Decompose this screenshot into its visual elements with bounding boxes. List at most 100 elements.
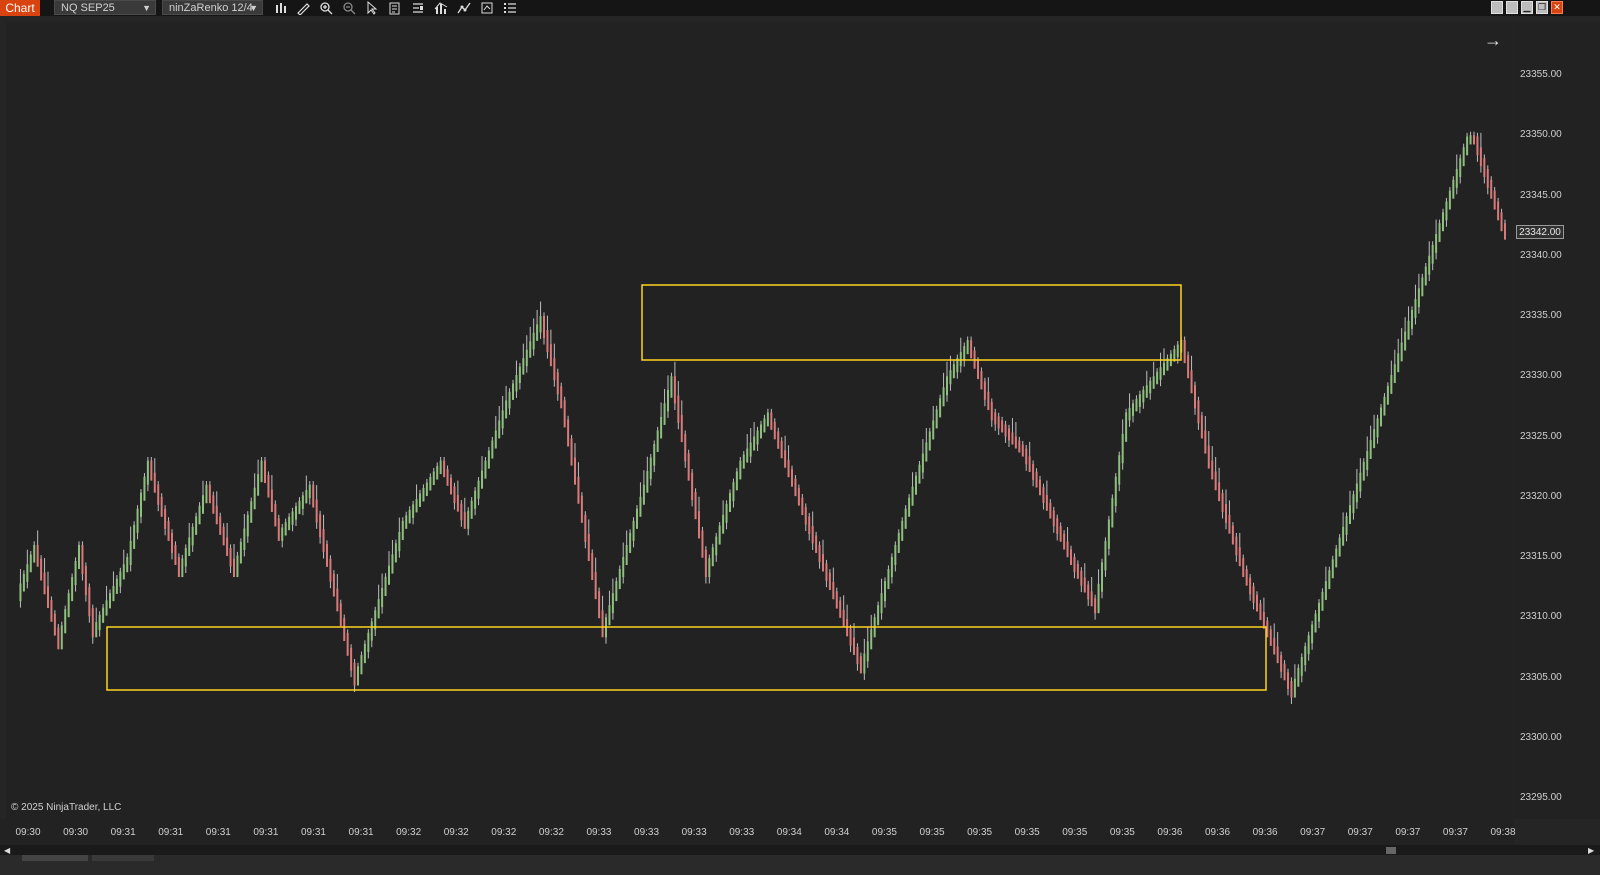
scrollbar-thumb[interactable]: [1386, 847, 1396, 854]
price-tick-label: 23315.00: [1520, 551, 1562, 562]
candle-up: [767, 412, 769, 426]
candle-up: [905, 509, 907, 529]
candlestick-chart[interactable]: [6, 22, 1513, 819]
candle-down: [1225, 504, 1227, 523]
candle-down: [584, 515, 586, 542]
candle-up: [522, 358, 524, 374]
candle-up: [898, 533, 900, 553]
time-tick-label: 09:37: [1300, 827, 1325, 838]
chart-window: Chart NQ SEP25 ▼ ninZaRenko 12/4 ▼ ▁ ❐ ✕…: [0, 0, 1600, 875]
candle-up: [1129, 408, 1131, 421]
candle-down: [1184, 340, 1186, 363]
candle-down: [1290, 681, 1292, 698]
indicators-icon[interactable]: [434, 1, 448, 15]
candle-up: [750, 443, 752, 457]
candle-up: [1311, 624, 1313, 643]
candle-up: [491, 441, 493, 459]
time-tick-label: 09:37: [1443, 827, 1468, 838]
candle-up: [894, 545, 896, 565]
candle-down: [168, 521, 170, 541]
resistance-zone-rectangle[interactable]: [642, 285, 1181, 360]
candle-up: [1297, 668, 1299, 687]
candle-up: [99, 615, 101, 630]
time-tick-label: 09:37: [1395, 827, 1420, 838]
zoom-in-icon[interactable]: [319, 1, 333, 15]
candle-up: [633, 521, 635, 541]
time-axis[interactable]: 09:30 09:30 09:31 09:31 09:31 09:31 09:31 09:31…: [0, 819, 1514, 845]
candle-down: [1025, 449, 1027, 465]
horizontal-scrollbar[interactable]: ◀ ▶: [0, 845, 1600, 855]
pointer-icon[interactable]: [365, 1, 379, 15]
candle-down: [1480, 147, 1482, 166]
candle-down: [267, 475, 269, 497]
candle-up: [1108, 520, 1110, 549]
support-zone-rectangle[interactable]: [107, 627, 1266, 690]
minimize-icon[interactable]: ▁: [1521, 1, 1533, 14]
candle-down: [333, 574, 335, 597]
chart-tab-inactive[interactable]: [92, 855, 154, 861]
strategies-icon[interactable]: [457, 1, 471, 15]
candle-up: [426, 483, 428, 496]
candle-down: [695, 492, 697, 519]
candle-up: [708, 558, 710, 577]
chart-plot-area[interactable]: [6, 22, 1513, 819]
candle-up: [23, 574, 25, 592]
candle-down: [850, 628, 852, 645]
candle-down: [274, 504, 276, 526]
price-tick-label: 23300.00: [1520, 732, 1562, 743]
price-tick-label: 23325.00: [1520, 431, 1562, 442]
candle-up: [378, 599, 380, 618]
bars-type-icon[interactable]: [274, 1, 288, 15]
list-icon[interactable]: [503, 1, 517, 15]
bar-type-selector[interactable]: ninZaRenko 12/4 ▼: [162, 0, 263, 15]
chart-tab[interactable]: Chart: [0, 0, 40, 16]
candle-down: [1194, 385, 1196, 408]
scroll-left-icon[interactable]: ◀: [4, 846, 10, 855]
candle-down: [1483, 158, 1485, 177]
candle-up: [1442, 212, 1444, 231]
candle-up: [922, 454, 924, 473]
candle-down: [1067, 542, 1069, 558]
candle-down: [1239, 547, 1241, 566]
restore-icon[interactable]: [1491, 1, 1503, 14]
tile-icon[interactable]: [1506, 1, 1518, 14]
candle-down: [350, 648, 352, 671]
candle-up: [1456, 169, 1458, 188]
candle-up: [867, 641, 869, 661]
scroll-right-icon[interactable]: ▶: [1588, 846, 1594, 855]
candle-down: [1246, 569, 1248, 586]
candle-down: [216, 506, 218, 525]
price-axis[interactable]: 23355.00 23350.00 23345.00 23340.00 23335.00…: [1514, 22, 1600, 819]
candle-down: [791, 469, 793, 486]
candle-up: [68, 593, 70, 617]
properties-icon[interactable]: [411, 1, 425, 15]
candle-up: [109, 593, 111, 608]
candle-down: [1235, 537, 1237, 556]
candle-down: [546, 330, 548, 352]
templates-icon[interactable]: [480, 1, 494, 15]
candle-down: [57, 628, 59, 650]
candle-down: [1273, 638, 1275, 655]
drawing-pencil-icon[interactable]: [296, 1, 310, 15]
candle-up: [1142, 390, 1144, 403]
instrument-selector[interactable]: NQ SEP25 ▼: [54, 0, 156, 15]
candle-up: [471, 501, 473, 519]
candle-down: [50, 600, 52, 622]
zoom-out-icon[interactable]: [342, 1, 356, 15]
candle-up: [515, 375, 517, 391]
candle-up: [1414, 299, 1416, 318]
close-icon[interactable]: ✕: [1551, 1, 1563, 14]
candle-down: [1197, 400, 1199, 423]
candle-down: [1039, 480, 1041, 496]
candle-up: [1401, 343, 1403, 362]
candle-up: [891, 557, 893, 577]
candle-up: [250, 501, 252, 523]
candle-up: [192, 527, 194, 546]
maximize-icon[interactable]: ❐: [1536, 1, 1548, 14]
arrow-right-icon[interactable]: →: [1484, 30, 1502, 51]
chart-tab-active[interactable]: [22, 855, 88, 861]
candle-down: [557, 372, 559, 394]
candle-up: [416, 499, 418, 512]
candle-up: [61, 625, 63, 649]
data-box-icon[interactable]: [388, 1, 402, 15]
